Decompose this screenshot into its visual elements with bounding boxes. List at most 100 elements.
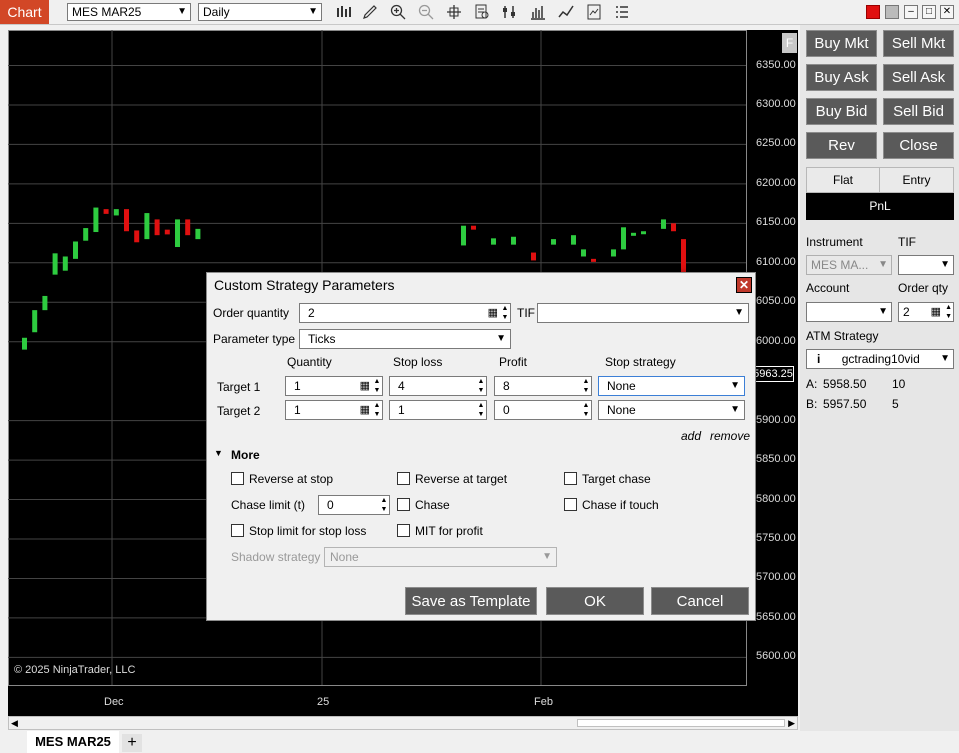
stop-limit-checkbox[interactable] <box>231 524 244 537</box>
horizontal-scrollbar[interactable]: ◀ ▶ <box>8 716 798 730</box>
spinner-icon[interactable]: ▲ ▼ <box>500 304 510 322</box>
target-2-stop-loss-input[interactable]: 1 ▲ ▼ <box>389 400 487 420</box>
ask-price: 5958.50 <box>823 377 867 391</box>
target-chase-checkbox[interactable] <box>564 472 577 485</box>
mit-profit-checkbox[interactable] <box>397 524 410 537</box>
sell-ask-button[interactable]: Sell Ask <box>883 64 954 91</box>
target-1-stop-loss-input[interactable]: 4 ▲ ▼ <box>389 376 487 396</box>
pencil-icon[interactable] <box>362 4 378 20</box>
bar-chart-icon[interactable] <box>336 4 352 20</box>
parameter-type-select[interactable]: Ticks ▼ <box>299 329 511 349</box>
pnl-display: PnL <box>806 193 954 220</box>
target-1-stop-strategy-select[interactable]: None ▼ <box>598 376 745 396</box>
close-icon[interactable]: ✕ <box>940 5 954 19</box>
calculator-icon[interactable]: ▦ <box>360 379 370 393</box>
chart-f-button[interactable]: F <box>782 33 797 53</box>
spinner-icon[interactable]: ▲ ▼ <box>476 377 486 395</box>
crosshair-icon[interactable] <box>446 4 462 20</box>
target-2-stop-strategy-select[interactable]: None ▼ <box>598 400 745 420</box>
zoom-in-icon[interactable] <box>390 4 406 20</box>
instrument-label: Instrument <box>806 235 863 249</box>
spinner-icon[interactable]: ▲ ▼ <box>379 496 389 514</box>
down-bar <box>591 258 596 262</box>
target-1-quantity-value: 1 <box>294 379 301 393</box>
add-tab-button[interactable]: + <box>122 734 142 752</box>
add-target-link[interactable]: add <box>681 429 701 443</box>
chase-if-touch-checkbox[interactable] <box>564 498 577 511</box>
shadow-strategy-select[interactable]: None ▼ <box>324 547 557 567</box>
y-axis-label: 5800.00 <box>756 492 796 505</box>
up-bar <box>113 209 119 216</box>
indicators-icon[interactable] <box>558 4 574 20</box>
sell-mkt-button[interactable]: Sell Mkt <box>883 30 954 57</box>
profit-column-header: Profit <box>499 355 528 369</box>
target-1-stop-strategy-value: None <box>607 379 636 393</box>
info-icon: i <box>817 352 821 366</box>
volume-icon[interactable] <box>530 4 546 20</box>
target-1-quantity-input[interactable]: 1 ▦ ▲ ▼ <box>285 376 383 396</box>
sell-bid-button[interactable]: Sell Bid <box>883 98 954 125</box>
scroll-right-icon[interactable]: ▶ <box>788 717 795 729</box>
spinner-icon[interactable]: ▲ ▼ <box>581 401 591 419</box>
up-bar <box>571 235 576 245</box>
spinner-icon[interactable]: ▲ ▼ <box>581 377 591 395</box>
maximize-icon[interactable]: □ <box>922 5 936 19</box>
y-axis-label: 5600.00 <box>756 650 796 663</box>
target-1-profit-value: 8 <box>503 379 510 393</box>
trade-icon[interactable] <box>502 4 518 20</box>
chase-checkbox[interactable] <box>397 498 410 511</box>
calculator-icon[interactable]: ▦ <box>360 403 370 417</box>
buy-mkt-button[interactable]: Buy Mkt <box>806 30 877 57</box>
buy-ask-button[interactable]: Buy Ask <box>806 64 877 91</box>
collapse-triangle-icon[interactable]: ▼ <box>214 448 223 458</box>
chevron-down-icon: ▼ <box>177 6 187 17</box>
tif-select[interactable]: ▼ <box>537 303 749 323</box>
target-2-profit-input[interactable]: 0 ▲ ▼ <box>494 400 592 420</box>
spinner-icon[interactable]: ▲ ▼ <box>476 401 486 419</box>
custom-strategy-dialog: Custom Strategy Parameters ✕ Order quant… <box>206 272 756 621</box>
stop-strategy-column-header: Stop strategy <box>605 355 676 369</box>
reverse-at-target-checkbox[interactable] <box>397 472 410 485</box>
instrument-selector[interactable]: MES MAR25 ▼ <box>67 3 191 21</box>
calculator-icon[interactable]: ▦ <box>488 306 498 320</box>
remove-target-link[interactable]: remove <box>710 429 750 443</box>
link-color-icon[interactable] <box>866 5 880 19</box>
buy-bid-button[interactable]: Buy Bid <box>806 98 877 125</box>
scroll-left-icon[interactable]: ◀ <box>11 717 18 729</box>
ok-button[interactable]: OK <box>546 587 644 615</box>
target-2-quantity-input[interactable]: 1 ▦ ▲ ▼ <box>285 400 383 420</box>
period-selector[interactable]: Daily ▼ <box>198 3 322 21</box>
chart-menu-tab[interactable]: Chart <box>0 0 49 24</box>
order-quantity-input[interactable]: 2 ▦ ▲ ▼ <box>299 303 511 323</box>
quantity-column-header: Quantity <box>287 355 332 369</box>
gray-square-icon[interactable] <box>885 5 899 19</box>
tif-combo[interactable]: ▼ <box>898 255 954 275</box>
more-section-toggle[interactable]: More <box>231 448 260 462</box>
reverse-at-stop-checkbox[interactable] <box>231 472 244 485</box>
instrument-combo[interactable]: MES MA... ▼ <box>806 255 892 275</box>
data-box-icon[interactable] <box>474 4 490 20</box>
close-position-button[interactable]: Close <box>883 132 954 159</box>
up-bar <box>32 310 38 333</box>
cancel-button[interactable]: Cancel <box>651 587 749 615</box>
entry-status: Entry <box>902 173 931 187</box>
rev-button[interactable]: Rev <box>806 132 877 159</box>
chase-limit-input[interactable]: 0 ▲ ▼ <box>318 495 390 515</box>
save-as-template-button[interactable]: Save as Template <box>405 587 537 615</box>
target-1-profit-input[interactable]: 8 ▲ ▼ <box>494 376 592 396</box>
tab-mes-mar25[interactable]: MES MAR25 <box>27 731 119 753</box>
account-combo[interactable]: ▼ <box>806 302 892 322</box>
calculator-icon[interactable]: ▦ <box>931 303 941 321</box>
spinner-icon[interactable]: ▲ ▼ <box>372 377 382 395</box>
menu-icon[interactable] <box>614 4 630 20</box>
dialog-close-icon[interactable]: ✕ <box>736 277 752 293</box>
zoom-out-icon[interactable] <box>418 4 434 20</box>
scrollbar-thumb[interactable] <box>577 719 785 727</box>
strategy-icon[interactable] <box>586 4 602 20</box>
up-bar <box>461 225 466 246</box>
spinner-icon[interactable]: ▲ ▼ <box>372 401 382 419</box>
order-qty-input[interactable]: 2 ▦ ▲ ▼ <box>898 302 954 322</box>
atm-strategy-combo[interactable]: i gctrading10vid ▼ <box>806 349 954 369</box>
spinner-icon[interactable]: ▲ ▼ <box>945 303 952 321</box>
minimize-icon[interactable]: – <box>904 5 918 19</box>
